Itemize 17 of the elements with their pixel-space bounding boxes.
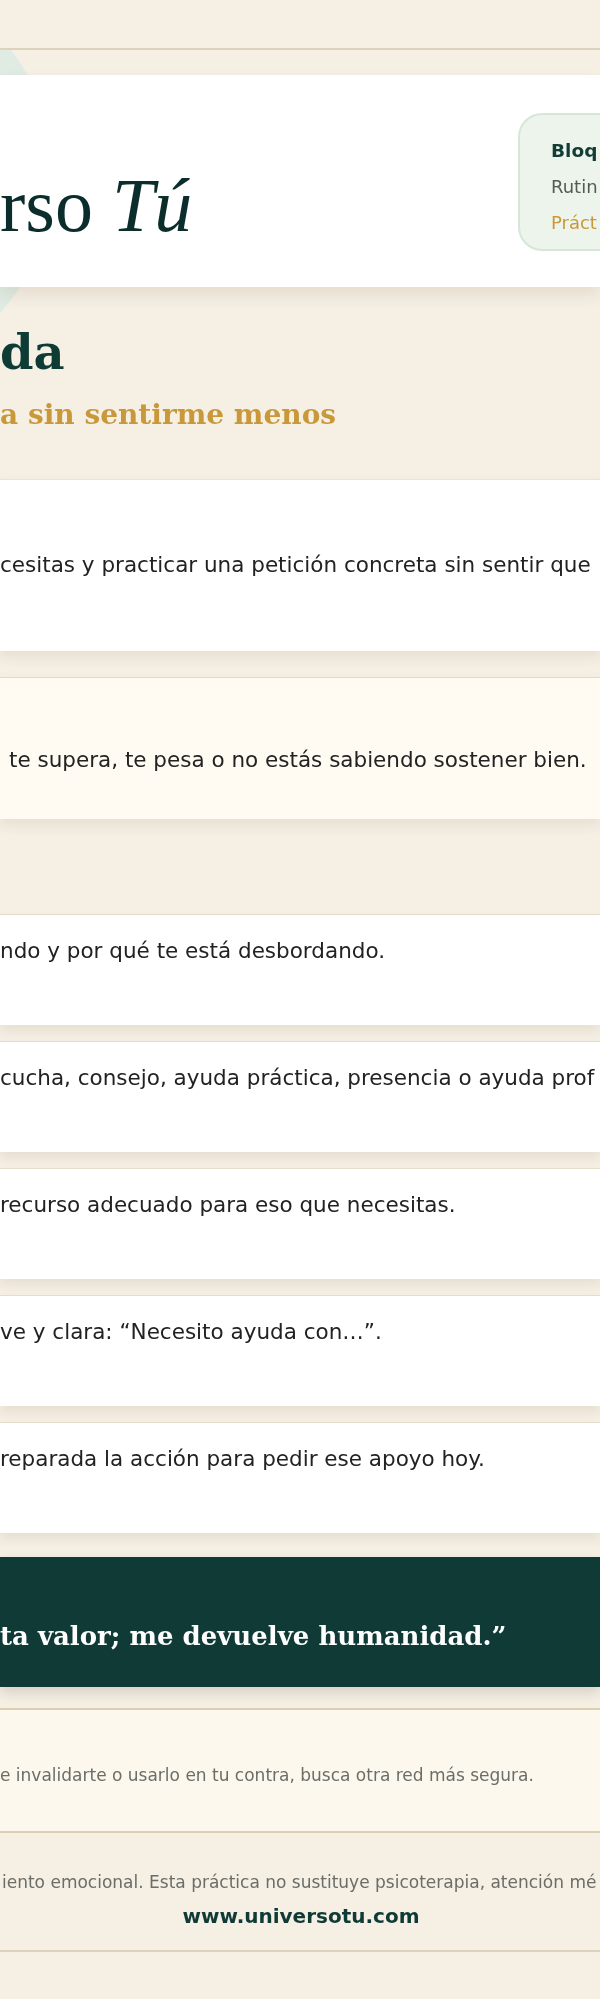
website-url: www.universotu.com (182, 1903, 420, 1929)
quote-text: ta valor; me devuelve humanidad.” (0, 1620, 507, 1653)
badge-line: Rutin (551, 175, 598, 199)
step-text: ndo y por qué te está desbordando. (0, 937, 386, 965)
intro-text: cesitas y practicar una petición concreta sin sentir que (0, 551, 591, 579)
step-text: reparada la acción para pedir ese apoyo hoy. (0, 1445, 485, 1473)
page-subtitle: a sin sentirme menos (0, 398, 337, 432)
step-text: recurso adecuado para eso que necesitas. (0, 1191, 456, 1219)
brand-logo: rso Tú (0, 167, 193, 243)
step-text: cucha, consejo, ayuda práctica, presencia o ayuda prof (0, 1064, 595, 1092)
step-text: ve y clara: “Necesito ayuda con…”. (0, 1318, 382, 1346)
disclaimer-text: iento emocional. Esta práctica no sustituye psicoterapia, atención mé (2, 1871, 597, 1894)
safety-note-text: e invalidarte o usarlo en tu contra, busca otra red más segura. (0, 1764, 534, 1787)
page-title: da (0, 324, 65, 380)
badge-line: Práct (551, 211, 597, 235)
badge-title: Bloq (551, 139, 598, 163)
warning-text: te supera, te pesa o no estás sabiendo sostener bien. (9, 746, 587, 774)
